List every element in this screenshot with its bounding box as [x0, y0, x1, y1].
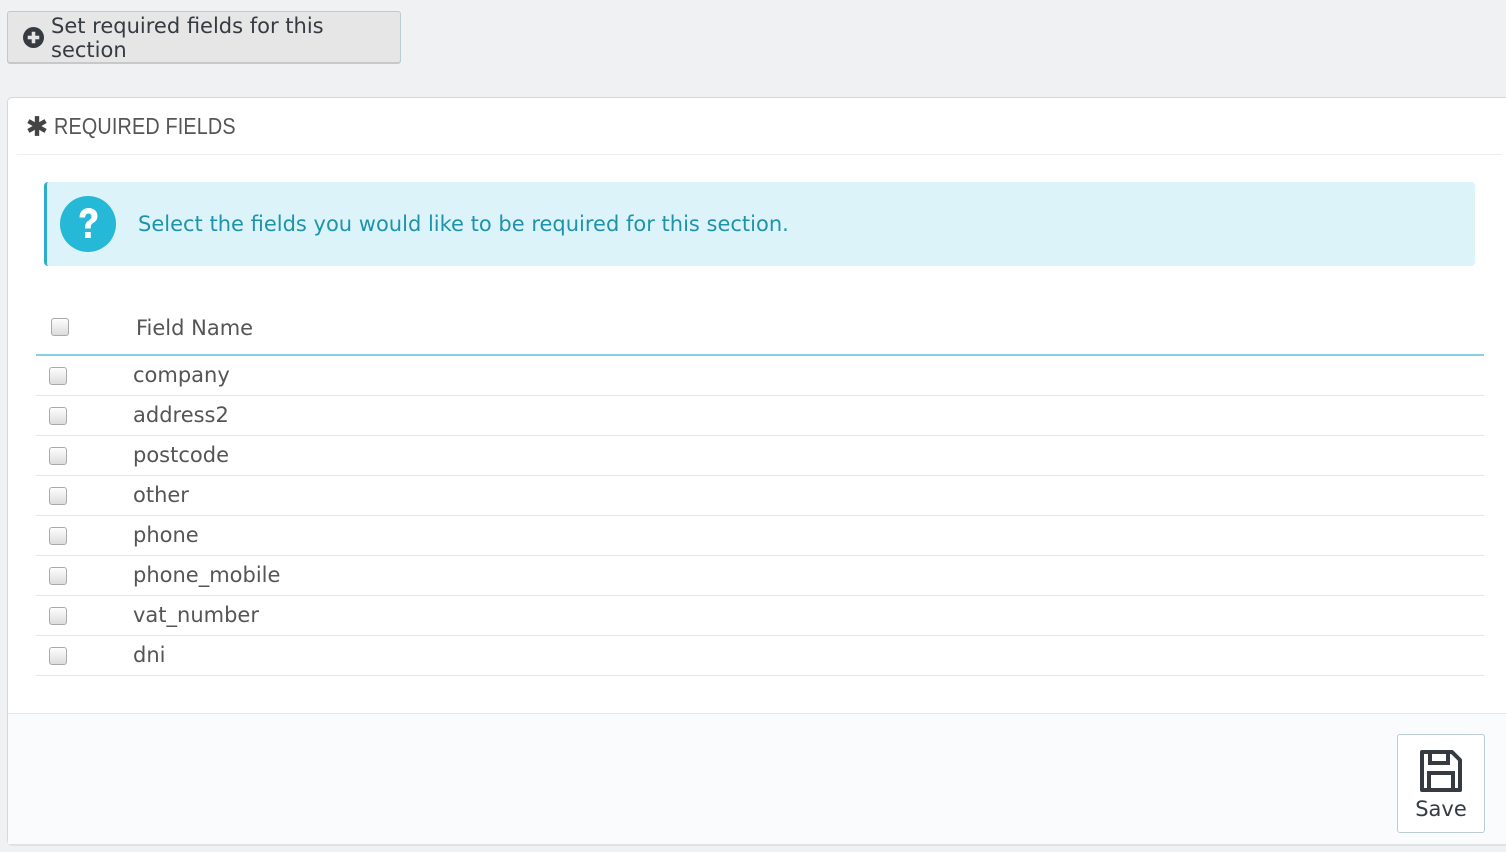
table-row: company: [36, 356, 1484, 396]
set-required-fields-button[interactable]: Set required fields for this section: [7, 11, 401, 64]
table-row: postcode: [36, 436, 1484, 476]
save-button[interactable]: Save: [1397, 734, 1485, 833]
question-circle-icon: [60, 196, 116, 252]
table-header: Field Name: [36, 301, 1484, 356]
field-name: other: [133, 483, 189, 507]
required-fields-panel: REQUIRED FIELDS Select the fields you wo…: [7, 97, 1506, 844]
row-checkbox[interactable]: [49, 567, 67, 585]
field-name: address2: [133, 403, 229, 427]
row-checkbox[interactable]: [49, 607, 67, 625]
info-alert: Select the fields you would like to be r…: [44, 182, 1475, 266]
field-name: dni: [133, 643, 166, 667]
table-row: dni: [36, 636, 1484, 676]
row-checkbox[interactable]: [49, 407, 67, 425]
save-label: Save: [1415, 797, 1467, 821]
table-row: phone: [36, 516, 1484, 556]
plus-circle-icon: [23, 27, 44, 48]
panel-footer: Save: [8, 713, 1506, 844]
field-name: vat_number: [133, 603, 259, 627]
table-row: other: [36, 476, 1484, 516]
field-name: phone_mobile: [133, 563, 281, 587]
table-row: address2: [36, 396, 1484, 436]
field-name: phone: [133, 523, 199, 547]
set-required-fields-label: Set required fields for this section: [51, 13, 324, 62]
row-checkbox[interactable]: [49, 367, 67, 385]
floppy-disk-icon: [1420, 750, 1462, 792]
panel-title: REQUIRED FIELDS: [54, 112, 236, 139]
select-all-checkbox[interactable]: [51, 318, 69, 336]
row-checkbox[interactable]: [49, 487, 67, 505]
column-header-field-name: Field Name: [136, 316, 254, 340]
table-row: vat_number: [36, 596, 1484, 636]
field-name: company: [133, 363, 230, 387]
row-checkbox[interactable]: [49, 647, 67, 665]
row-checkbox[interactable]: [49, 447, 67, 465]
panel-heading: REQUIRED FIELDS: [17, 98, 1502, 155]
asterisk-icon: [27, 116, 47, 136]
info-alert-message: Select the fields you would like to be r…: [138, 212, 789, 236]
row-checkbox[interactable]: [49, 527, 67, 545]
field-name: postcode: [133, 443, 229, 467]
table-row: phone_mobile: [36, 556, 1484, 596]
